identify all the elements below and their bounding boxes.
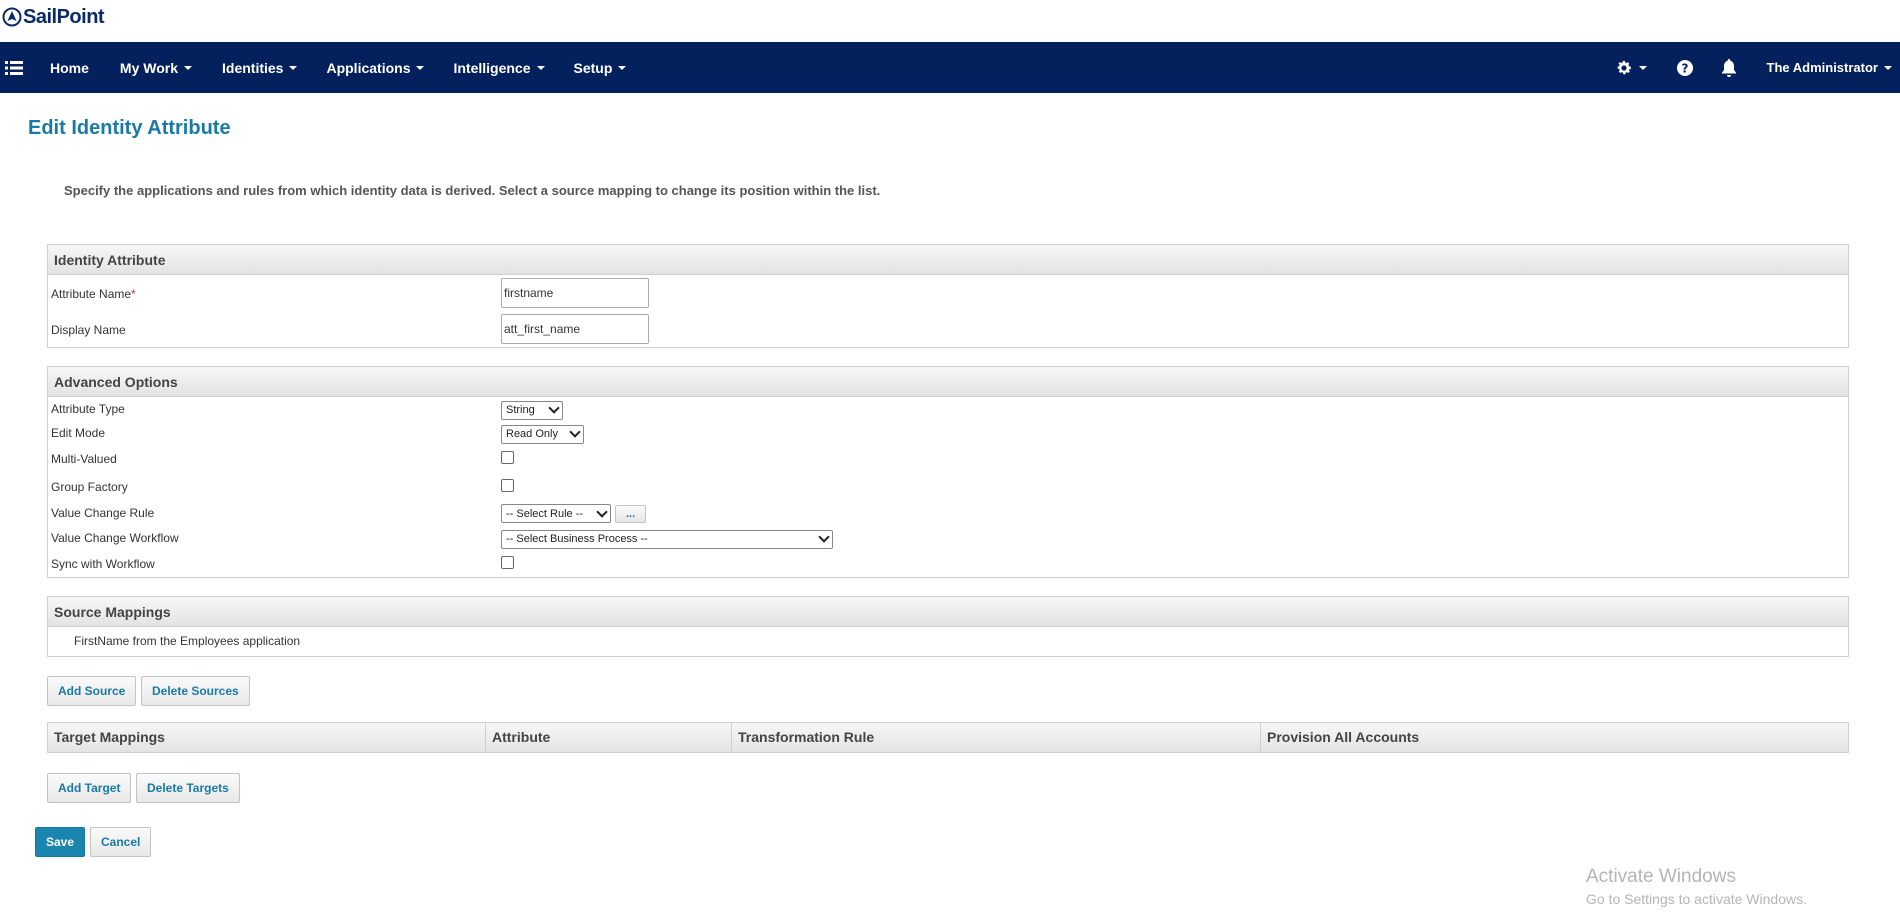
- chevron-down-icon: [289, 66, 298, 70]
- column-target-mappings[interactable]: Target Mappings: [48, 723, 486, 752]
- target-mappings-table-header: Target Mappings Attribute Transformation…: [47, 722, 1849, 753]
- value-change-workflow-label: Value Change Workflow: [51, 531, 179, 545]
- chevron-down-icon: [416, 66, 425, 70]
- nav-identities[interactable]: Identities: [222, 59, 298, 76]
- nav-identities-label: Identities: [222, 59, 284, 76]
- nav-home-label: Home: [50, 59, 89, 76]
- identity-attribute-header: Identity Attribute: [48, 245, 1848, 275]
- nav-intelligence[interactable]: Intelligence: [453, 59, 545, 76]
- advanced-options-header: Advanced Options: [48, 367, 1848, 397]
- chevron-down-icon: [548, 402, 560, 414]
- multi-valued-control: [501, 451, 514, 469]
- attribute-type-value: String: [506, 404, 535, 416]
- cancel-button[interactable]: Cancel: [90, 827, 152, 857]
- nav-right-group: ? The Administrator: [1615, 42, 1900, 93]
- attribute-type-label: Attribute Type: [51, 402, 125, 416]
- edit-mode-control: Read Only: [501, 424, 584, 444]
- delete-sources-button[interactable]: Delete Sources: [141, 676, 250, 706]
- identity-attribute-panel: Identity Attribute Attribute Name* Displ…: [47, 244, 1849, 348]
- display-name-label: Display Name: [51, 323, 126, 337]
- group-factory-label: Group Factory: [51, 480, 128, 494]
- source-mappings-panel: Source Mappings FirstName from the Emplo…: [47, 596, 1849, 657]
- value-change-workflow-value: -- Select Business Process --: [506, 533, 648, 545]
- chevron-down-icon: [536, 66, 545, 70]
- nav-applications[interactable]: Applications: [326, 59, 425, 76]
- nav-my-work[interactable]: My Work: [120, 60, 192, 76]
- multi-valued-checkbox[interactable]: [501, 451, 514, 464]
- edit-mode-value: Read Only: [506, 428, 558, 440]
- edit-mode-label: Edit Mode: [51, 426, 106, 440]
- value-change-rule-select[interactable]: -- Select Rule --: [501, 504, 611, 523]
- sailpoint-logo[interactable]: SailPoint: [2, 5, 105, 29]
- advanced-options-panel: Advanced Options Attribute Type String E…: [47, 366, 1849, 578]
- notifications-button[interactable]: [1721, 58, 1737, 77]
- chevron-down-icon: [1884, 66, 1892, 70]
- nav-intelligence-label: Intelligence: [453, 59, 531, 76]
- chevron-down-icon: [618, 66, 627, 70]
- attribute-name-control: [501, 278, 649, 308]
- chevron-down-icon: [818, 531, 830, 543]
- sailpoint-logo-icon: [2, 7, 22, 27]
- value-change-rule-label: Value Change Rule: [51, 506, 155, 520]
- nav-applications-label: Applications: [326, 59, 411, 76]
- column-attribute[interactable]: Attribute: [486, 723, 732, 752]
- value-change-workflow-select[interactable]: -- Select Business Process --: [501, 529, 833, 549]
- chevron-down-icon: [596, 505, 608, 518]
- page-title: Edit Identity Attribute: [28, 117, 231, 139]
- delete-targets-button[interactable]: Delete Targets: [136, 773, 240, 803]
- display-name-control: [501, 314, 649, 344]
- nav-home[interactable]: Home: [50, 60, 89, 76]
- chevron-down-icon: [1638, 66, 1647, 70]
- attribute-name-input[interactable]: [501, 278, 649, 308]
- attribute-type-control: String: [501, 400, 563, 420]
- gear-icon: [1617, 60, 1631, 74]
- user-menu[interactable]: The Administrator: [1767, 60, 1892, 75]
- column-transformation-rule[interactable]: Transformation Rule: [732, 723, 1261, 752]
- source-mappings-header: Source Mappings: [48, 597, 1848, 627]
- attribute-name-label: Attribute Name: [51, 287, 132, 301]
- edit-mode-select[interactable]: Read Only: [501, 424, 584, 444]
- page-instructions: Specify the applications and rules from …: [64, 183, 881, 198]
- menu-icon[interactable]: [2, 60, 26, 75]
- activate-windows-subtitle: Go to Settings to activate Windows.: [1586, 891, 1807, 907]
- svg-text:?: ?: [1681, 61, 1688, 75]
- top-navigation-bar: Home My Work Identities Applications Int…: [0, 42, 1900, 93]
- sync-workflow-checkbox[interactable]: [501, 556, 514, 569]
- logo-text: SailPoint: [23, 5, 105, 28]
- nav-setup[interactable]: Setup: [574, 60, 627, 76]
- chevron-down-icon: [569, 426, 581, 438]
- settings-menu[interactable]: [1615, 59, 1647, 77]
- rule-editor-button[interactable]: ...: [615, 504, 647, 523]
- sync-workflow-label: Sync with Workflow: [51, 557, 155, 571]
- user-menu-label: The Administrator: [1766, 60, 1878, 75]
- group-factory-checkbox[interactable]: [501, 479, 514, 492]
- attribute-type-select[interactable]: String: [501, 400, 563, 420]
- column-provision-all-accounts[interactable]: Provision All Accounts: [1261, 723, 1848, 752]
- source-mapping-item[interactable]: FirstName from the Employees application: [74, 634, 300, 648]
- group-factory-control: [501, 479, 514, 497]
- add-source-button[interactable]: Add Source: [47, 676, 137, 706]
- nav-my-work-label: My Work: [119, 59, 178, 76]
- nav-setup-label: Setup: [573, 59, 613, 76]
- activate-windows-title: Activate Windows: [1586, 866, 1736, 887]
- sync-workflow-control: [501, 556, 514, 574]
- bell-icon: [1721, 58, 1736, 77]
- required-marker: *: [131, 287, 136, 301]
- save-button[interactable]: Save: [35, 827, 86, 857]
- attribute-name-label-row: Attribute Name*: [51, 287, 136, 301]
- value-change-rule-control: -- Select Rule -- ...: [501, 504, 647, 523]
- display-name-input[interactable]: [501, 314, 649, 344]
- help-button[interactable]: ?: [1676, 59, 1693, 76]
- add-target-button[interactable]: Add Target: [47, 773, 132, 803]
- chevron-down-icon: [184, 66, 192, 70]
- multi-valued-label: Multi-Valued: [51, 452, 117, 466]
- value-change-workflow-control: -- Select Business Process --: [501, 529, 833, 549]
- value-change-rule-value: -- Select Rule --: [506, 507, 584, 520]
- help-icon: ?: [1676, 59, 1693, 76]
